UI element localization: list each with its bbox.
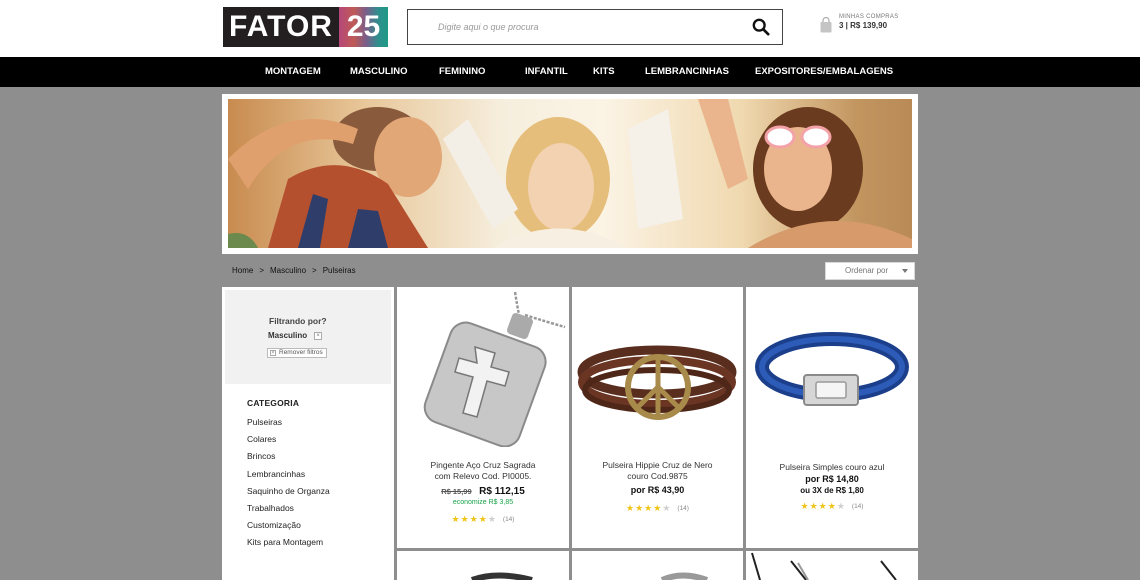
star-icon: ★ [451,514,460,524]
category-item[interactable]: Lembrancinhas [247,469,330,486]
product-image [470,572,533,580]
category-item[interactable]: Kits para Montagem [247,537,330,554]
logo-number: 25 [339,7,388,47]
star-icon: ★ [800,501,809,511]
category-item[interactable]: Pulseiras [247,417,330,434]
rating-stars: ★ ★ ★ ★ ★ (14) [572,503,743,514]
cart-value: 3 | R$ 139,90 [839,21,888,30]
active-filters-panel: Filtrando por? Masculino × × Remover fil… [225,290,391,384]
blue-leather-bracelet-image [755,332,909,406]
search-input[interactable] [438,19,738,35]
category-list: Pulseiras Colares Brincos Lembrancinhas … [247,417,330,555]
cross-pendant-image [423,291,566,447]
filter-title: Filtrando por? [269,316,327,326]
product-price: por R$ 43,90 [630,485,685,495]
breadcrumb-separator: > [312,266,317,275]
hero-banner[interactable] [222,94,918,254]
review-count: (14) [851,503,864,510]
filter-tag: Masculino × [268,331,323,340]
close-icon: × [270,350,276,356]
product-name[interactable]: Pingente Aço Cruz Sagrada com Relevo Cod… [397,460,569,482]
star-icon: ★ [487,514,496,524]
star-icon: ★ [644,503,653,513]
nav-item-infantil[interactable]: INFANTIL [525,57,568,87]
category-item[interactable]: Brincos [247,451,330,468]
breadcrumb-current: Pulseiras [322,266,356,275]
star-icon: ★ [460,514,469,524]
star-icon: ★ [635,503,644,513]
category-title: CATEGORIA [247,398,300,408]
review-count: (14) [502,516,515,523]
product-card[interactable]: Pulseira Hippie Cruz de Nero couro Cod.9… [572,287,743,548]
price-row: R$ 15,99 R$ 112,15 [397,486,569,497]
filter-tag-label: Masculino [268,331,308,340]
sort-dropdown[interactable]: Ordenar por [825,262,915,280]
nav-item-montagem[interactable]: MONTAGEM [265,57,321,87]
logo-word: FATOR [223,7,339,47]
star-icon: ★ [478,514,487,524]
breadcrumb-home[interactable]: Home [232,266,253,275]
main-nav: MONTAGEM MASCULINO FEMININO INFANTIL KIT… [0,57,1140,87]
breadcrumb-masculino[interactable]: Masculino [270,266,306,275]
star-icon: ★ [827,501,836,511]
cart-label: MINHAS COMPRAS [839,14,899,20]
sort-label: Ordenar por [845,266,889,275]
cart-summary[interactable]: MINHAS COMPRAS 3 | R$ 139,90 [820,14,899,33]
product-image [660,572,709,580]
site-header: FATOR 25 MINHAS COMPRAS 3 | R$ 139,90 [0,0,1140,57]
star-icon: ★ [836,501,845,511]
nav-item-feminino[interactable]: FEMININO [439,57,485,87]
search-icon[interactable] [752,18,770,36]
remove-filter-icon[interactable]: × [314,331,323,340]
product-name[interactable]: Pulseira Hippie Cruz de Nero couro Cod.9… [572,460,743,482]
remove-filters-label: Remover filtros [279,349,323,356]
site-logo[interactable]: FATOR 25 [223,7,388,47]
nav-item-expositores[interactable]: EXPOSITORES/EMBALAGENS [755,57,893,87]
nav-item-kits[interactable]: KITS [593,57,615,87]
breadcrumb-separator: > [259,266,265,275]
product-price: R$ 112,15 [479,486,525,497]
savings-text: economize R$ 3,85 [452,499,514,506]
breadcrumb: Home > Masculino > Pulseiras [232,266,356,275]
product-price: por R$ 14,80 [805,474,859,484]
star-icon: ★ [809,501,818,511]
star-icon: ★ [818,501,827,511]
star-icon: ★ [662,503,671,513]
category-item[interactable]: Colares [247,434,330,451]
product-card[interactable]: Pulseira Simples couro azul por R$ 14,80… [746,287,918,548]
category-item[interactable]: Customização [247,520,330,537]
product-card[interactable] [397,551,569,580]
rating-stars: ★ ★ ★ ★ ★ (14) [397,514,569,525]
nav-item-masculino[interactable]: MASCULINO [350,57,408,87]
shopping-bag-icon [820,17,832,33]
nav-item-lembrancinhas[interactable]: LEMBRANCINHAS [645,57,729,87]
rating-stars: ★ ★ ★ ★ ★ (14) [746,501,918,512]
category-item[interactable]: Trabalhados [247,503,330,520]
old-price: R$ 15,99 [441,487,472,496]
category-item[interactable]: Saquinho de Organza [247,486,330,503]
sidebar: Filtrando por? Masculino × × Remover fil… [222,287,394,580]
product-name[interactable]: Pulseira Simples couro azul [746,462,918,473]
product-card[interactable] [572,551,743,580]
review-count: (14) [677,505,689,512]
star-icon: ★ [626,503,635,513]
product-card[interactable] [746,551,918,580]
peace-bracelet-image [577,345,737,420]
remove-filters-button[interactable]: × Remover filtros [267,348,327,358]
product-card[interactable]: Pingente Aço Cruz Sagrada com Relevo Cod… [397,287,569,548]
installments-text: ou 3X de R$ 1,80 [800,486,864,495]
product-image [751,552,897,580]
star-icon: ★ [469,514,478,524]
banner-photo [228,99,912,248]
chevron-down-icon [902,269,908,273]
star-icon: ★ [653,503,662,513]
search-bar [407,9,783,45]
